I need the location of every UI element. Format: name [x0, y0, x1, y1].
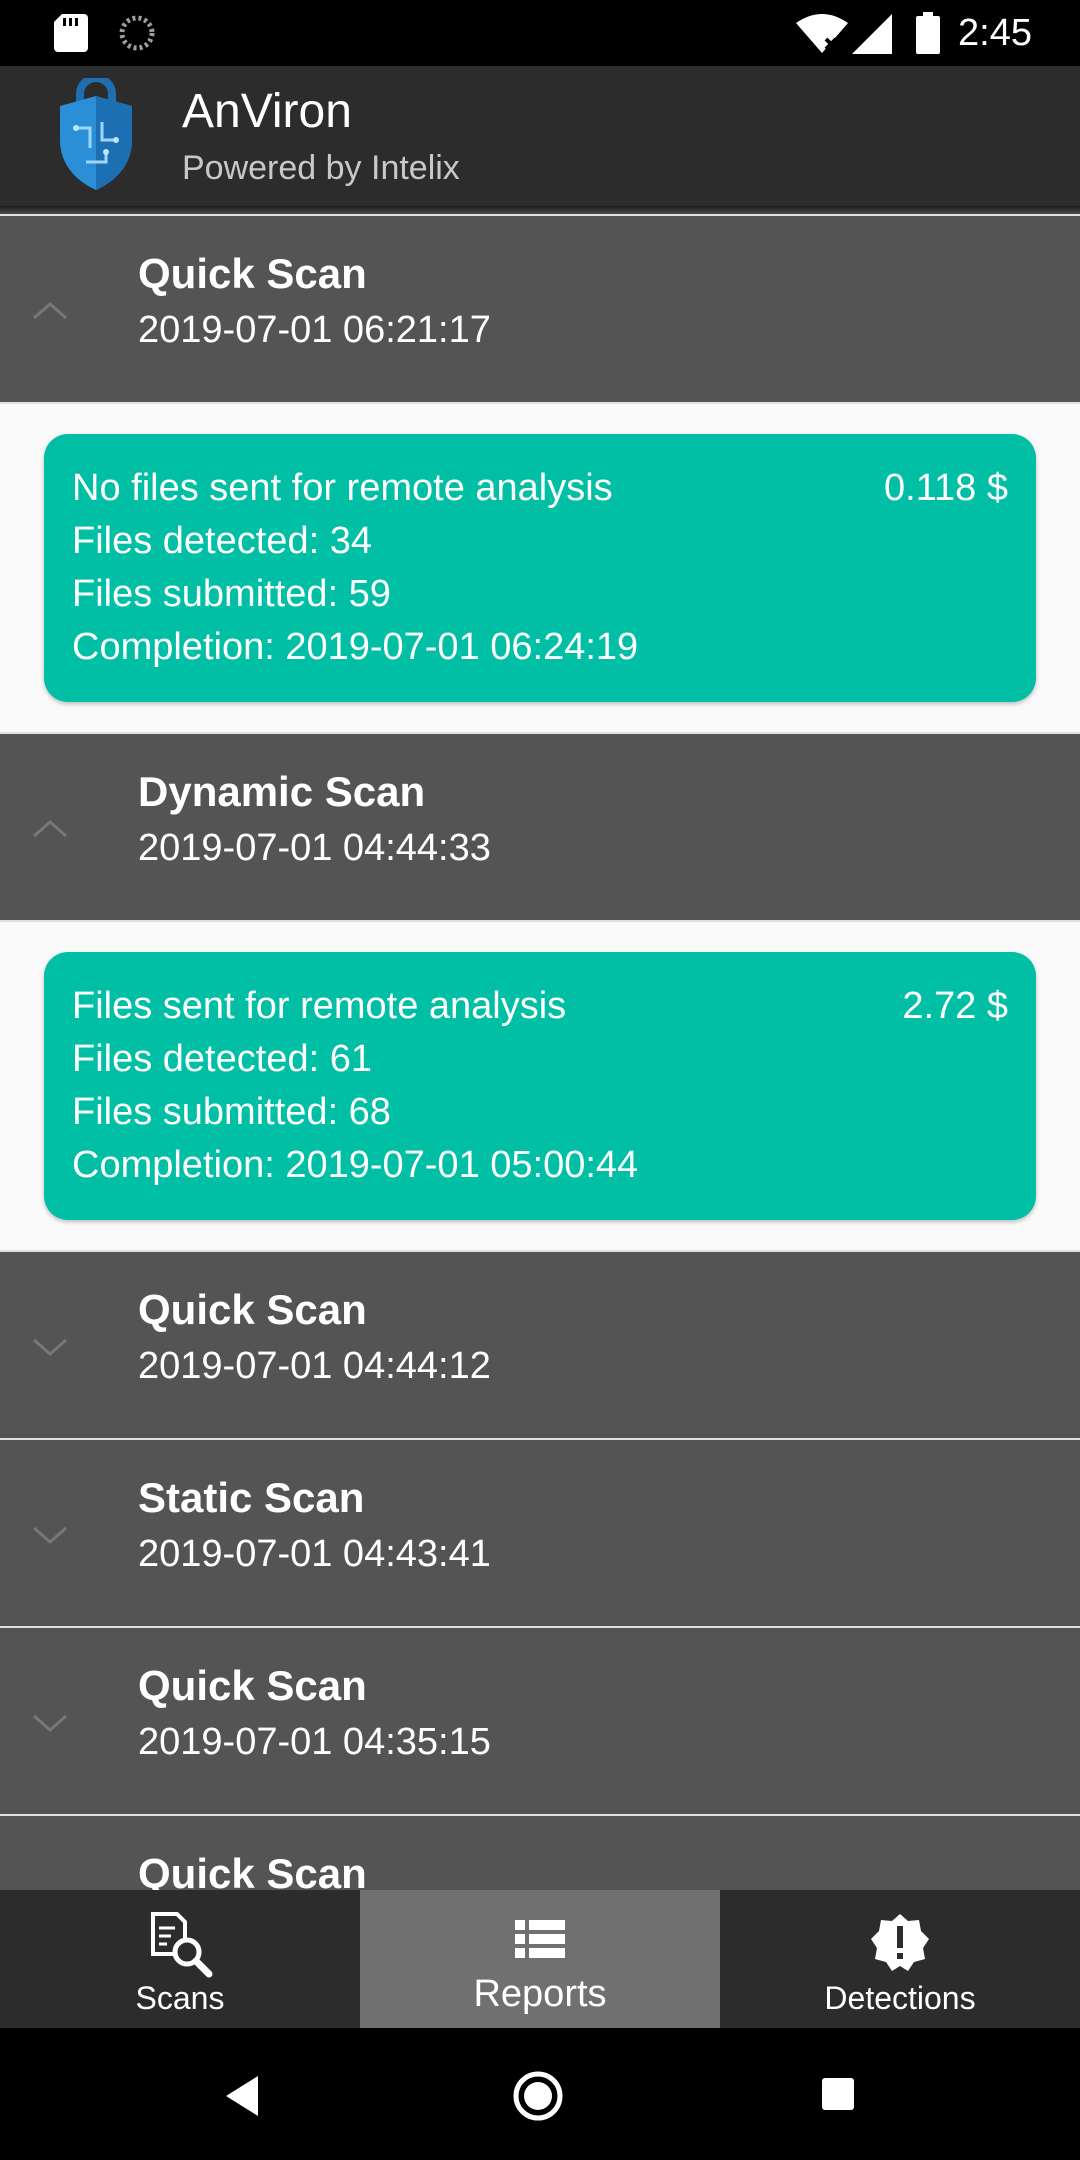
scan-list[interactable]: Quick Scan 2019-07-01 06:21:17 No files …: [0, 214, 1080, 1890]
scan-header[interactable]: Dynamic Scan 2019-07-01 04:44:33: [0, 732, 1080, 920]
scan-name: Quick Scan: [138, 1850, 367, 1890]
sd-card-icon: [54, 14, 88, 52]
scan-time: 2019-07-01 06:21:17: [138, 309, 491, 351]
files-detected: Files detected: 34: [72, 520, 372, 562]
app-bar: [0, 66, 1080, 206]
scan-time: 2019-07-01 04:44:33: [138, 827, 491, 869]
files-detected: Files detected: 61: [72, 1038, 372, 1080]
chevron-down-icon[interactable]: [30, 1522, 70, 1546]
scan-header[interactable]: Quick Scan 2019-07-01 04:35:15: [0, 1626, 1080, 1814]
status-time: 2:45: [958, 12, 1032, 54]
completion-time: Completion: 2019-07-01 05:00:44: [72, 1144, 639, 1186]
bottom-navigation: Scans Reports Detections: [0, 1890, 1080, 2028]
scan-name: Dynamic Scan: [138, 768, 426, 815]
scan-header[interactable]: Static Scan 2019-07-01 04:43:41: [0, 1438, 1080, 1626]
scan-detail: No files sent for remote analysis 0.118 …: [0, 402, 1080, 732]
recents-icon[interactable]: [820, 2076, 856, 2112]
back-icon[interactable]: [222, 2074, 262, 2118]
scan-time: 2019-07-01 04:35:15: [138, 1721, 491, 1763]
scan-time: 2019-07-01 04:44:12: [138, 1345, 491, 1387]
remote-analysis-status: No files sent for remote analysis: [72, 467, 613, 509]
shield-lock-logo: [60, 78, 132, 190]
app-title: AnViron: [182, 85, 352, 138]
tab-detections[interactable]: Detections: [720, 1890, 1080, 2028]
scan-name: Static Scan: [138, 1474, 365, 1521]
sync-spinner-icon: [119, 15, 155, 51]
completion-time: Completion: 2019-07-01 06:24:19: [72, 626, 639, 668]
chevron-down-icon[interactable]: [30, 1710, 70, 1734]
scan-time: 2019-07-01 04:43:41: [138, 1533, 491, 1575]
signal-icon: [852, 14, 892, 54]
app-subtitle: Powered by Intelix: [182, 149, 460, 187]
scan-header[interactable]: Quick Scan 2019-07-01 04:44:12: [0, 1250, 1080, 1438]
home-icon[interactable]: [512, 2070, 564, 2122]
scan-header[interactable]: Quick Scan 2019-07-01 06:21:17: [0, 214, 1080, 402]
scan-detail: Files sent for remote analysis 2.72 $ Fi…: [0, 920, 1080, 1250]
scan-report-card[interactable]: No files sent for remote analysis 0.118 …: [44, 434, 1036, 702]
chevron-up-icon[interactable]: [30, 298, 70, 322]
files-submitted: Files submitted: 59: [72, 573, 391, 615]
alert-badge-icon: [871, 1914, 929, 1971]
tab-label: Detections: [824, 1980, 976, 2016]
chevron-down-icon[interactable]: [30, 1334, 70, 1358]
scan-name: Quick Scan: [138, 1286, 367, 1333]
scan-name: Quick Scan: [138, 250, 367, 297]
app-bar-divider: [0, 206, 1080, 214]
files-submitted: Files submitted: 68: [72, 1091, 391, 1133]
system-navigation-bar: [0, 2028, 1080, 2160]
wifi-icon: [796, 14, 848, 53]
tab-scans[interactable]: Scans: [0, 1890, 360, 2028]
scan-header[interactable]: Quick Scan: [0, 1814, 1080, 1890]
scan-search-icon: [151, 1912, 213, 1978]
tab-reports[interactable]: Reports: [360, 1890, 720, 2028]
scan-cost: 0.118 $: [884, 467, 1008, 509]
scan-name: Quick Scan: [138, 1662, 367, 1709]
list-icon: [515, 1920, 565, 1958]
chevron-up-icon[interactable]: [30, 816, 70, 840]
scan-report-card[interactable]: Files sent for remote analysis 2.72 $ Fi…: [44, 952, 1036, 1220]
remote-analysis-status: Files sent for remote analysis: [72, 985, 567, 1027]
battery-icon: [916, 12, 940, 54]
scan-cost: 2.72 $: [902, 985, 1008, 1027]
tab-label: Scans: [135, 1980, 225, 2016]
status-bar: 2:45: [0, 0, 1080, 66]
tab-label: Reports: [473, 1973, 607, 2015]
